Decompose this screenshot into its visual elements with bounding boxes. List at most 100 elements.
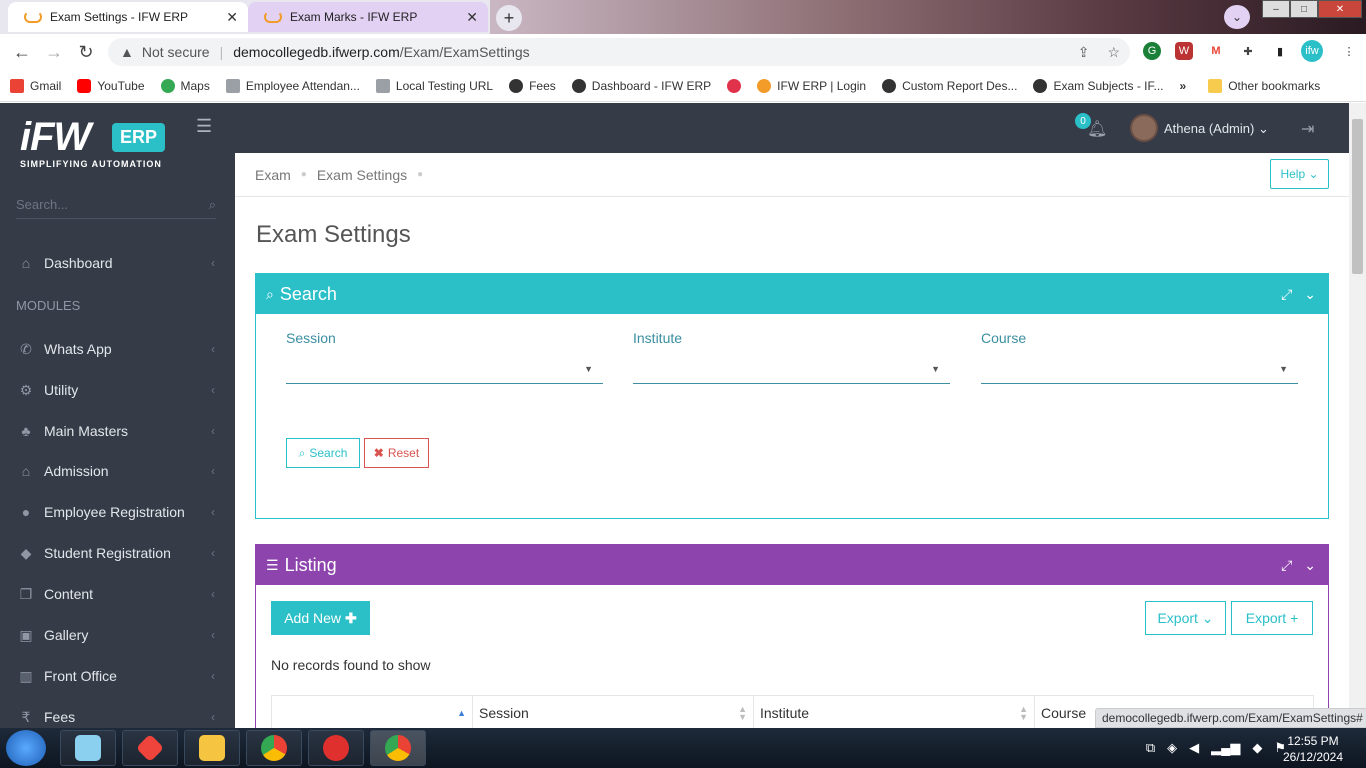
user-avatar[interactable] [1130, 114, 1158, 142]
url-host: democollegedb.ifwerp.com [233, 44, 400, 60]
bookmark-dashboard[interactable]: Dashboard - IFW ERP [571, 78, 712, 93]
sidebar-item-main-masters[interactable]: ♣ Main Masters ‹ [0, 411, 235, 451]
collapse-chevron-icon[interactable]: ⌄ [1304, 286, 1316, 303]
profile-avatar-icon[interactable]: ifw [1301, 40, 1323, 62]
scrollbar-thumb[interactable] [1352, 119, 1363, 274]
volume-icon[interactable]: ◀ [1189, 740, 1199, 756]
other-bookmarks[interactable]: Other bookmarks [1208, 78, 1320, 93]
anydesk-tray-icon[interactable]: ◆ [1252, 740, 1262, 756]
network-icon[interactable]: ⧉ [1146, 740, 1155, 756]
bookmark-label: Dashboard - IFW ERP [591, 78, 712, 93]
bookmark-custom-report[interactable]: Custom Report Des... [882, 78, 1017, 93]
search-icon[interactable]: ⌕ [209, 197, 216, 213]
maximize-button[interactable]: □ [1290, 0, 1318, 18]
add-new-button[interactable]: Add New ✚ [271, 601, 370, 635]
back-arrow-icon[interactable]: ← [6, 42, 38, 63]
breadcrumb-exam-settings[interactable]: Exam Settings [317, 167, 407, 183]
browser-menu-icon[interactable]: ⋮ [1340, 42, 1358, 60]
sidebar-item-content[interactable]: ❐ Content ‹ [0, 574, 235, 614]
bookmark-gmail[interactable]: Gmail [10, 78, 62, 93]
youtube-icon [77, 78, 92, 93]
institute-select[interactable]: ▼ [633, 358, 950, 384]
bookmark-star-icon[interactable]: ☆ [1107, 44, 1120, 61]
share-icon[interactable]: ⇪ [1078, 44, 1090, 61]
bookmark-ifw-login[interactable]: IFW ERP | Login [757, 78, 866, 93]
search-button[interactable]: ⌕ Search [286, 438, 360, 468]
minimize-button[interactable]: – [1262, 0, 1290, 18]
puzzle-extensions-icon[interactable]: ✚ [1239, 42, 1257, 60]
red-circle-icon [727, 78, 742, 93]
column-label: Course [1041, 705, 1087, 721]
export-dropdown-button[interactable]: Export ⌄ [1145, 601, 1226, 635]
bookmark-local-testing[interactable]: Local Testing URL [375, 78, 493, 93]
browser-toolbar: ← → ↻ ▲ Not secure | democollegedb.ifwer… [0, 34, 1366, 70]
warning-triangle-icon[interactable]: ▲ [120, 44, 134, 60]
more-bookmarks-button[interactable]: » [1180, 79, 1187, 93]
help-dropdown-button[interactable]: Help ⌄ [1270, 159, 1329, 189]
institute-field: Institute ▼ [633, 330, 950, 384]
hamburger-menu-icon[interactable]: ☰ [196, 116, 216, 137]
course-select[interactable]: ▼ [981, 358, 1298, 384]
taskbar-chrome[interactable] [246, 730, 302, 766]
sidebar-item-front-office[interactable]: ▥ Front Office ‹ [0, 656, 235, 696]
bookmark-exam-subjects[interactable]: Exam Subjects - IF... [1033, 78, 1164, 93]
chevron-left-icon: ‹ [211, 628, 215, 642]
close-tab-icon[interactable]: ✕ [226, 9, 238, 26]
sidebar-item-student-registration[interactable]: ◆ Student Registration ‹ [0, 533, 235, 573]
windows-start-button[interactable] [6, 730, 46, 766]
taskbar-notes-app[interactable] [60, 730, 116, 766]
collapse-chevron-icon[interactable]: ⌄ [1304, 557, 1316, 574]
tab-exam-settings[interactable]: Exam Settings - IFW ERP ✕ [8, 2, 248, 32]
sidebar-item-employee-registration[interactable]: ● Employee Registration ‹ [0, 492, 235, 532]
side-panel-icon[interactable]: ▮ [1271, 42, 1289, 60]
bookmark-fees[interactable]: Fees [509, 78, 556, 93]
new-tab-button[interactable]: + [496, 5, 522, 31]
sidebar-item-dashboard[interactable]: ⌂ Dashboard ‹ [0, 243, 235, 283]
export-plus-button[interactable]: Export + [1231, 601, 1313, 635]
gmail-extension-icon[interactable]: M [1207, 42, 1225, 60]
reset-button[interactable]: ✖ Reset [364, 438, 429, 468]
taskbar-wps-office[interactable] [308, 730, 364, 766]
bookmark-maps[interactable]: Maps [160, 78, 210, 93]
user-menu[interactable]: Athena (Admin) ⌄ [1164, 121, 1269, 137]
signal-icon[interactable]: ▂▄▆ [1211, 740, 1240, 756]
sidebar-item-admission[interactable]: ⌂ Admission ‹ [0, 451, 235, 491]
breadcrumb-exam[interactable]: Exam [255, 167, 291, 183]
breadcrumb-separator: ● [417, 169, 424, 180]
session-select[interactable]: ▼ [286, 358, 603, 384]
bookmark-label: Gmail [30, 78, 62, 93]
sidebar-item-gallery[interactable]: ▣ Gallery ‹ [0, 615, 235, 655]
antivirus-icon[interactable]: ◈ [1167, 740, 1177, 756]
bell-icon[interactable]: 🔔︎ [1087, 119, 1107, 139]
home-icon: ⌂ [21, 255, 31, 271]
close-tab-icon[interactable]: ✕ [466, 9, 478, 26]
taskbar-clock[interactable]: 12:55 PM 26/12/2024 [1278, 733, 1348, 765]
taskbar-anydesk-app[interactable] [122, 730, 178, 766]
forward-arrow-icon[interactable]: → [38, 42, 70, 63]
bookmark-unnamed[interactable] [727, 78, 742, 93]
sort-icon: ▲ ▼ [738, 704, 747, 722]
security-label[interactable]: Not secure [142, 44, 210, 60]
bookmark-employee-attendance[interactable]: Employee Attendan... [225, 78, 360, 93]
column-header-institute[interactable]: Institute ▲ ▼ [754, 696, 1035, 730]
reload-icon[interactable]: ↻ [70, 42, 102, 63]
expand-icon[interactable]: ⤢ [1281, 286, 1292, 303]
bookmark-youtube[interactable]: YouTube [77, 78, 145, 93]
taskbar-chrome-profile[interactable] [370, 730, 426, 766]
sidebar-item-utility[interactable]: ⚙ Utility ‹ [0, 370, 235, 410]
grammarly-extension-icon[interactable]: G [1143, 42, 1161, 60]
tab-search-chevron-icon[interactable]: ⌄ [1224, 5, 1250, 29]
sidebar-search-input[interactable]: Search... ⌕ [16, 191, 216, 219]
column-header-select[interactable]: ▲ [272, 696, 473, 730]
taskbar-file-explorer[interactable] [184, 730, 240, 766]
plus-icon: ✚ [345, 609, 357, 626]
address-bar[interactable]: ▲ Not secure | democollegedb.ifwerp.com … [108, 38, 1130, 66]
tab-exam-marks[interactable]: Exam Marks - IFW ERP ✕ [248, 2, 488, 32]
page-scrollbar[interactable] [1349, 103, 1366, 728]
column-header-session[interactable]: Session ▲ ▼ [473, 696, 754, 730]
extension-icon[interactable]: W [1175, 42, 1193, 60]
close-window-button[interactable]: ✕ [1318, 0, 1362, 18]
logout-icon[interactable]: ⇥ [1301, 119, 1314, 139]
sidebar-item-whats-app[interactable]: ✆ Whats App ‹ [0, 329, 235, 369]
expand-icon[interactable]: ⤢ [1281, 557, 1292, 574]
